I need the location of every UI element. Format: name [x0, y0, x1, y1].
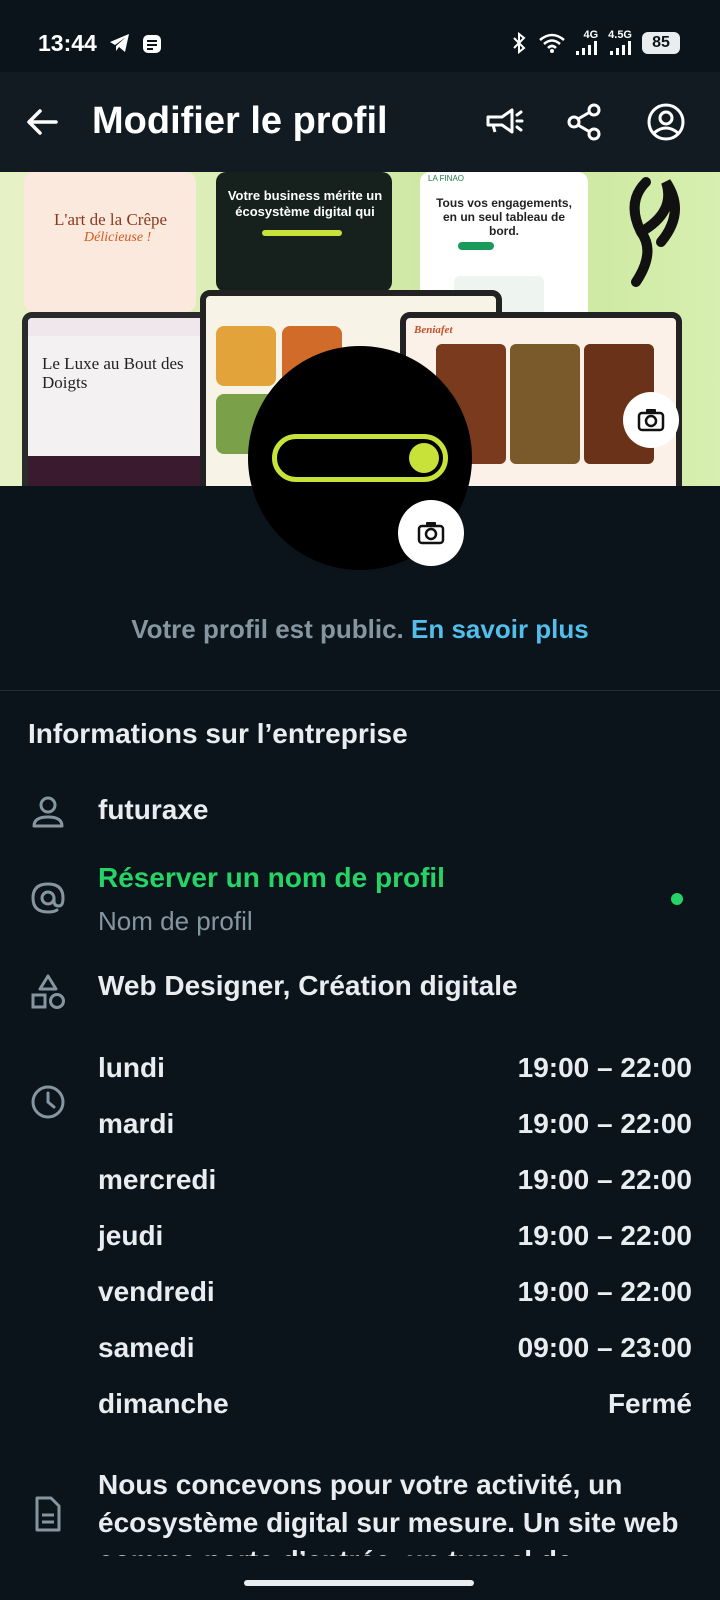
back-arrow-icon[interactable] — [22, 102, 62, 142]
business-name[interactable]: futuraxe — [98, 794, 208, 826]
hours-time: 19:00 – 22:00 — [517, 1108, 692, 1139]
logo-toggle-shape — [272, 434, 448, 482]
mockup-business: Votre business mérite un écosystème digi… — [216, 172, 392, 292]
new-indicator-dot — [671, 893, 683, 905]
hours-row: dimanche Fermé — [98, 1388, 692, 1420]
telegram-icon — [110, 34, 129, 52]
hours-time: 19:00 – 22:00 — [517, 1164, 692, 1195]
hours-day: dimanche — [98, 1388, 229, 1419]
mockup-business-title: Votre business mérite un écosystème digi… — [227, 188, 383, 219]
mockup-beniafet-card2 — [510, 344, 580, 464]
hours-day: mardi — [98, 1108, 175, 1139]
logo-toggle-knob — [409, 443, 439, 473]
hours-day: lundi — [98, 1052, 165, 1083]
hours-row: samedi 09:00 – 23:00 — [98, 1332, 692, 1364]
mockup-crepe-title: L'art de la Crêpe — [54, 210, 168, 229]
mockup-dashboard-brand: LA FINAO — [428, 174, 465, 183]
mockup-dashboard-btn — [458, 242, 494, 250]
signal-2: 4.5G — [608, 30, 632, 55]
app-bar: Modifier le profil — [0, 72, 720, 172]
mockup-beniafet-brand: Beniafet — [414, 324, 453, 336]
at-sign-icon — [31, 882, 65, 914]
hours-day: jeudi — [98, 1220, 164, 1251]
mockup-luxe: Le Luxe au Bout des Doigts — [22, 312, 214, 486]
hours-time: 19:00 – 22:00 — [517, 1052, 692, 1083]
clock-icon — [31, 1085, 65, 1119]
hours-row: mercredi 19:00 – 22:00 — [98, 1164, 692, 1196]
status-notification-icons — [108, 32, 164, 56]
profile-name-sublabel: Nom de profil — [98, 906, 253, 936]
mockup-luxe-footer — [28, 456, 208, 486]
hours-row: lundi 19:00 – 22:00 — [98, 1052, 692, 1084]
status-system-icons: 4G 4.5G 85 — [510, 30, 680, 55]
network-type-2: 4.5G — [608, 29, 632, 41]
person-icon — [32, 796, 64, 828]
business-info-heading: Informations sur l’entreprise — [28, 718, 408, 749]
account-circle-icon[interactable] — [644, 100, 688, 144]
decorative-sketch — [629, 177, 680, 287]
public-text: Votre profil est public. — [131, 614, 404, 644]
mockup-dashboard-title: Tous vos engagements, en un seul tableau… — [436, 196, 572, 238]
bottom-fade — [0, 1556, 720, 1600]
megaphone-icon[interactable] — [482, 100, 526, 144]
edit-cover-button[interactable] — [623, 392, 679, 448]
wifi-icon — [539, 33, 565, 53]
mockup-business-cta — [262, 230, 342, 236]
network-type-1: 4G — [583, 29, 599, 41]
status-bar: 13:44 4G 4.5G 85 — [0, 0, 720, 72]
mockup-crepe-sub: Délicieuse ! — [84, 230, 152, 245]
mockup-food-img1 — [216, 326, 276, 386]
signal-1: 4G — [576, 30, 598, 55]
hours-row: mardi 19:00 – 22:00 — [98, 1108, 692, 1140]
hours-day: samedi — [98, 1332, 195, 1363]
hours-time: 09:00 – 23:00 — [517, 1332, 692, 1363]
hours-row: vendredi 19:00 – 22:00 — [98, 1276, 692, 1308]
edit-avatar-button[interactable] — [398, 500, 464, 566]
signal-bars-icon — [576, 41, 598, 55]
section-divider — [0, 690, 720, 691]
profile-visibility-note: Votre profil est public. En savoir plus — [0, 614, 720, 645]
hours-time: Fermé — [607, 1388, 692, 1419]
share-icon[interactable] — [562, 100, 606, 144]
status-time: 13:44 — [38, 30, 97, 56]
business-category[interactable]: Web Designer, Création digitale — [98, 970, 518, 1002]
camera-icon — [417, 522, 445, 545]
battery-indicator: 85 — [642, 31, 680, 54]
reserve-profile-name-link[interactable]: Réserver un nom de profil — [98, 862, 445, 894]
hours-time: 19:00 – 22:00 — [517, 1276, 692, 1307]
gesture-home-bar[interactable] — [244, 1580, 474, 1586]
mockup-luxe-title: Le Luxe au Bout des Doigts — [42, 354, 184, 392]
hours-row: jeudi 19:00 – 22:00 — [98, 1220, 692, 1252]
signal-bars-icon — [610, 41, 631, 55]
hours-time: 19:00 – 22:00 — [517, 1220, 692, 1251]
mockup-crepe: L'art de la Crêpe Délicieuse ! — [24, 172, 196, 312]
hours-day: mercredi — [98, 1164, 217, 1195]
category-shapes-icon — [31, 974, 65, 1009]
learn-more-link[interactable]: En savoir plus — [411, 614, 589, 644]
hours-day: vendredi — [98, 1276, 215, 1307]
description-icon — [35, 1496, 61, 1532]
app-notification-icon — [143, 35, 161, 53]
camera-icon — [637, 409, 665, 432]
mockup-luxe-nav — [28, 318, 208, 336]
page-title: Modifier le profil — [92, 100, 388, 142]
bluetooth-icon — [513, 31, 526, 54]
